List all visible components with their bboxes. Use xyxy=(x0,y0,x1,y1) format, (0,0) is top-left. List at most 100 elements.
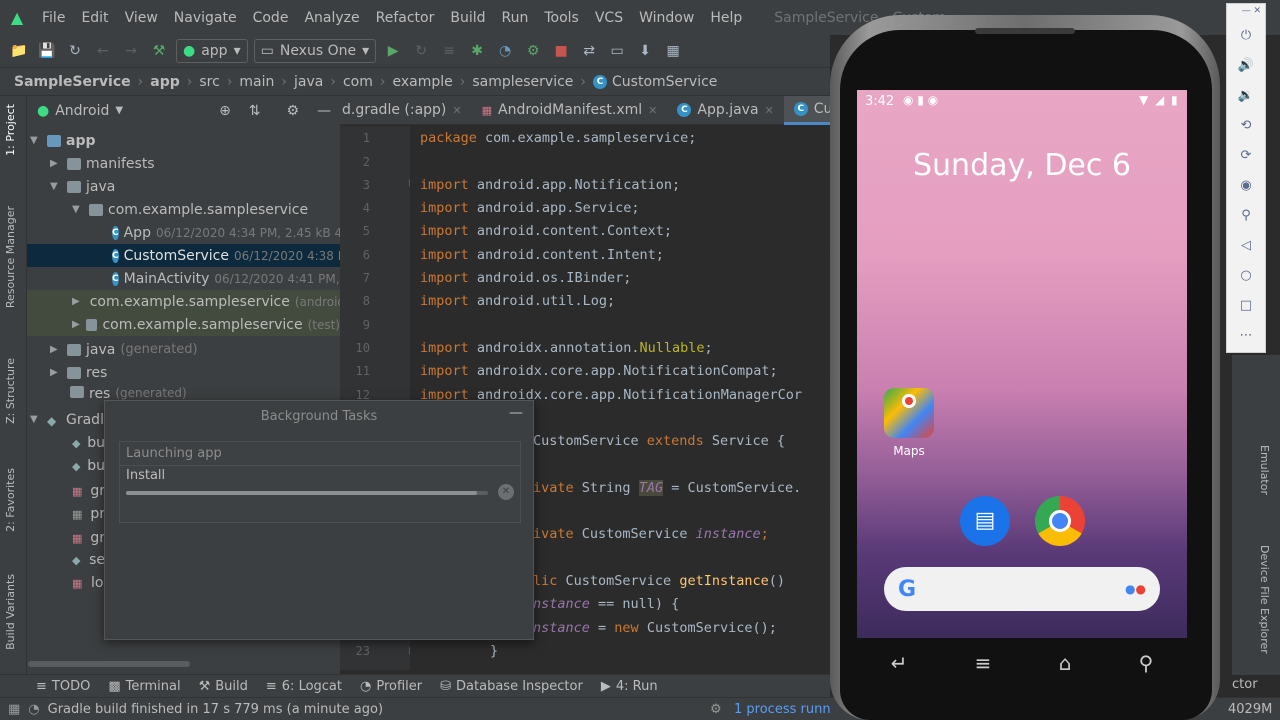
hide-icon[interactable]: — xyxy=(317,103,331,119)
project-view-select[interactable]: Android xyxy=(55,103,109,119)
menu-tools[interactable]: Tools xyxy=(536,10,587,26)
tree-item-app-class[interactable]: C App 06/12/2020 4:34 PM, 2.45 kB 4 xyxy=(112,221,340,244)
avd-manager-icon[interactable]: ▭ xyxy=(606,40,628,62)
menu-analyze[interactable]: Analyze xyxy=(296,10,367,26)
zoom-icon[interactable]: ⚲ xyxy=(1227,208,1265,223)
project-structure-icon[interactable]: ▦ xyxy=(662,40,684,62)
menu-run[interactable]: Run xyxy=(494,10,537,26)
menu-file[interactable]: File xyxy=(34,10,73,26)
maps-app[interactable]: Maps xyxy=(879,388,939,458)
tab-run[interactable]: ▶ 4: Run xyxy=(601,679,658,694)
tree-item-java[interactable]: ▼ java xyxy=(50,175,340,198)
tree-item-gradle-scripts[interactable]: ▼ ◆ Gradl xyxy=(30,408,105,431)
profile-icon[interactable]: ◔ xyxy=(494,40,516,62)
assistant-icon[interactable]: ●● xyxy=(1125,582,1146,596)
breadcrumb-com[interactable]: com xyxy=(343,74,373,90)
tab-app-java[interactable]: C App.java ✕ xyxy=(667,96,783,125)
breadcrumb-src[interactable]: src xyxy=(199,74,219,90)
messages-app-icon[interactable]: ▤ xyxy=(960,496,1010,546)
status-message[interactable]: Gradle build finished in 17 s 779 ms (a … xyxy=(48,702,383,717)
locate-icon[interactable]: ⊕ xyxy=(219,103,231,119)
menu-refactor[interactable]: Refactor xyxy=(368,10,443,26)
tab-profiler[interactable]: ◔ Profiler xyxy=(360,679,422,694)
tab-structure[interactable]: Z: Structure xyxy=(4,358,17,424)
tab-resource-manager[interactable]: Resource Manager xyxy=(4,206,17,308)
tab-build[interactable]: ⚒ Build xyxy=(199,679,248,694)
search-icon[interactable]: ⚲ xyxy=(1139,651,1154,675)
menu-icon[interactable]: ≡ xyxy=(975,651,992,675)
tab-database-inspector[interactable]: ⛁ Database Inspector xyxy=(440,679,583,694)
menu-code[interactable]: Code xyxy=(245,10,297,26)
save-icon[interactable]: 💾 xyxy=(36,40,58,62)
minimize-icon[interactable]: — xyxy=(509,405,523,421)
stop-icon[interactable]: ■ xyxy=(550,40,572,62)
tab-fragment[interactable]: ctor xyxy=(1232,677,1258,692)
layout-icon[interactable]: ▦ xyxy=(8,702,20,717)
breadcrumb-java[interactable]: java xyxy=(294,74,323,90)
more-icon[interactable]: ⋯ xyxy=(1227,328,1265,343)
gear-icon[interactable]: ⚙ xyxy=(287,103,300,119)
run-icon[interactable]: ▶ xyxy=(382,40,404,62)
menu-vcs[interactable]: VCS xyxy=(587,10,631,26)
tree-item-package[interactable]: ▼ com.example.sampleservice xyxy=(72,198,340,221)
run-config-select[interactable]: ● app ▾ xyxy=(176,39,248,63)
rotate-left-icon[interactable]: ⟲ xyxy=(1227,118,1265,133)
google-search-bar[interactable]: G ●● xyxy=(884,567,1160,611)
tab-android-manifest[interactable]: ▦ AndroidManifest.xml ✕ xyxy=(472,96,668,125)
tab-logcat[interactable]: ≡ 6: Logcat xyxy=(266,679,342,694)
collapse-all-icon[interactable]: ⇅ xyxy=(249,103,261,119)
tab-project[interactable]: 1: Project xyxy=(4,104,17,156)
breadcrumb-class[interactable]: CustomService xyxy=(612,74,717,90)
tree-item-res-generated[interactable]: res (generated) xyxy=(70,386,340,400)
tree-item-customservice[interactable]: CCustomService06/12/2020 4:38 PM xyxy=(27,244,340,267)
menu-navigate[interactable]: Navigate xyxy=(166,10,245,26)
cancel-task-icon[interactable]: ✕ xyxy=(498,484,514,500)
tree-item-gradle-file[interactable]: ▦ gr xyxy=(72,526,105,549)
back-triangle-icon[interactable]: ◁ xyxy=(1227,238,1265,253)
tree-item-app[interactable]: ▼ app xyxy=(30,129,340,152)
phone-date[interactable]: Sunday, Dec 6 xyxy=(857,148,1187,183)
memory-indicator[interactable]: 4029M xyxy=(1228,702,1272,717)
make-project-icon[interactable]: ⚒ xyxy=(148,40,170,62)
tree-item-gradle-file[interactable]: ▦ gr xyxy=(72,479,105,502)
tree-item-gradle-file[interactable]: ▦ pr xyxy=(72,502,105,525)
tree-item-java-generated[interactable]: ▶ java (generated) xyxy=(50,338,340,361)
tab-todo[interactable]: ≡ TODO xyxy=(36,679,90,694)
breadcrumb-module[interactable]: app xyxy=(150,74,180,90)
tree-item-gradle-file[interactable]: ▦ lo xyxy=(72,571,105,594)
sync-icon[interactable]: ↻ xyxy=(64,40,86,62)
breadcrumb-example[interactable]: example xyxy=(392,74,452,90)
tree-item-mainactivity[interactable]: C MainActivity 06/12/2020 4:41 PM, 2 xyxy=(112,267,340,290)
tree-item-package-androidtest[interactable]: ▶com.example.sampleservice(android xyxy=(27,290,340,313)
breadcrumb-project[interactable]: SampleService xyxy=(14,74,131,90)
tree-item-gradle-file[interactable]: ◆ se xyxy=(72,548,105,571)
tab-favorites[interactable]: 2: Favorites xyxy=(4,468,17,532)
tree-item-res[interactable]: ▶ res xyxy=(50,361,340,384)
tab-build-variants[interactable]: Build Variants xyxy=(4,574,17,650)
sync-gradle-icon[interactable]: ⇄ xyxy=(578,40,600,62)
tab-device-file-explorer[interactable]: Device File Explorer xyxy=(1258,545,1271,654)
emulator-screen[interactable]: 3:42 ◉ ▮ ◉ ▼ ◢ ▮ Sunday, Dec 6 Maps ▤ G … xyxy=(857,90,1187,638)
tab-emulator[interactable]: Emulator xyxy=(1258,445,1271,495)
back-icon[interactable]: ← xyxy=(92,40,114,62)
attach-debugger-icon[interactable]: ⚙ xyxy=(522,40,544,62)
chevron-down-icon[interactable]: ▼ xyxy=(115,105,123,116)
menu-build[interactable]: Build xyxy=(442,10,493,26)
chrome-app-icon[interactable] xyxy=(1035,496,1085,546)
apply-changes-icon[interactable]: ↻ xyxy=(410,40,432,62)
sdk-manager-icon[interactable]: ⬇ xyxy=(634,40,656,62)
close-icon[interactable]: ✕ xyxy=(765,104,774,117)
tree-item-gradle-file[interactable]: ◆ bu xyxy=(72,431,105,454)
menu-help[interactable]: Help xyxy=(702,10,750,26)
tab-build-gradle[interactable]: d.gradle (:app) ✕ xyxy=(340,96,472,125)
horizontal-scrollbar[interactable] xyxy=(28,661,190,667)
menu-window[interactable]: Window xyxy=(631,10,702,26)
rotate-right-icon[interactable]: ⟳ xyxy=(1227,148,1265,163)
close-icon[interactable]: ✕ xyxy=(648,104,657,117)
tree-item-package-test[interactable]: ▶ com.example.sampleservice (test) xyxy=(27,313,340,336)
overview-square-icon[interactable]: □ xyxy=(1227,298,1265,313)
volume-up-icon[interactable]: 🔊 xyxy=(1227,58,1265,73)
tree-item-gradle-file[interactable]: ◆ bu xyxy=(72,454,105,477)
process-status[interactable]: 1 process runn xyxy=(734,702,831,717)
volume-down-icon[interactable]: 🔉 xyxy=(1227,88,1265,103)
